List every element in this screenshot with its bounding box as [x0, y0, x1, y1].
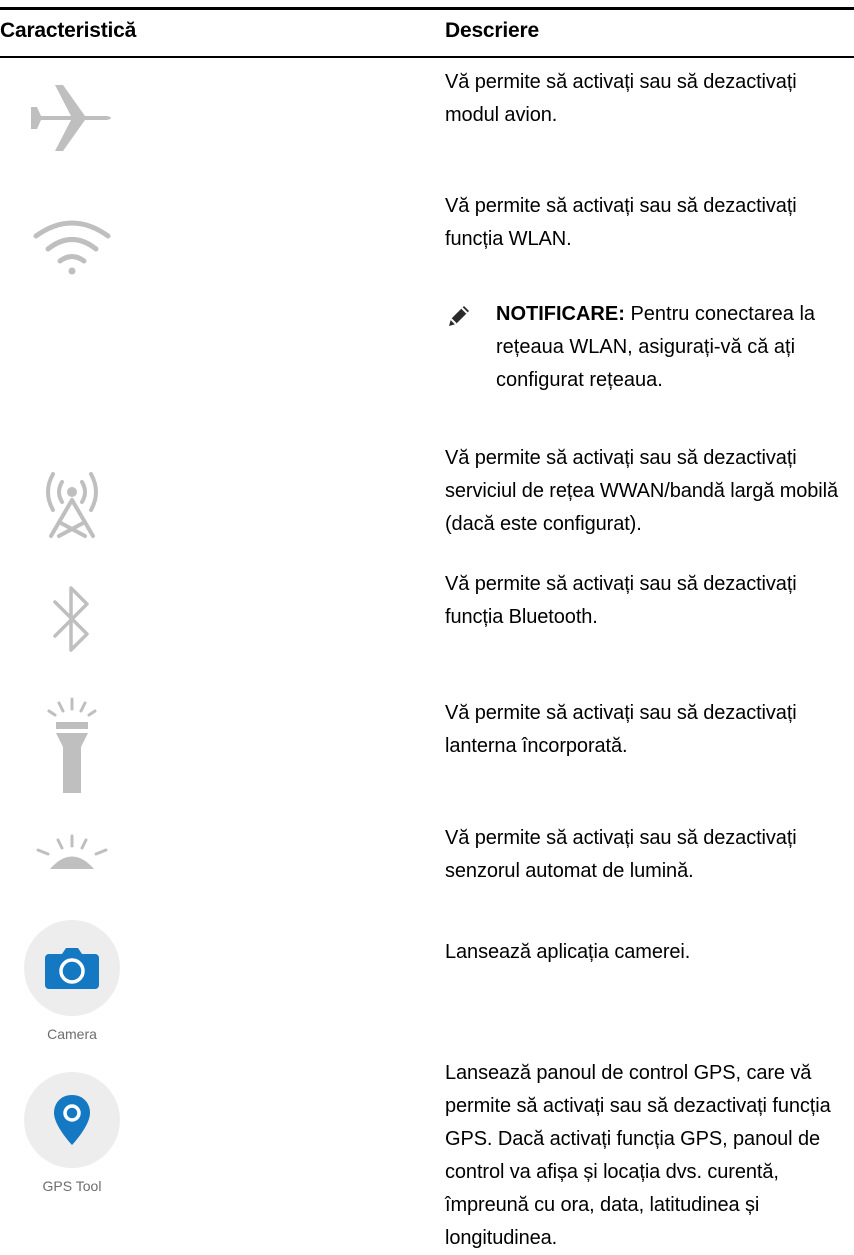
camera-app-tile: Camera	[22, 920, 122, 1042]
row-description: Vă permite să activați sau să dezactivaț…	[445, 447, 839, 535]
row-description: Vă permite să activați sau să dezactivaț…	[445, 573, 797, 628]
camera-caption: Camera	[47, 1026, 97, 1042]
note-text: NOTIFICARE: Pentru conectarea la rețeaua…	[496, 298, 854, 397]
row-description: Vă permite să activați sau să dezactivaț…	[445, 702, 797, 757]
cellular-antenna-icon	[22, 470, 122, 540]
bluetooth-icon	[22, 580, 122, 658]
table-header: Caracteristică Descriere	[0, 10, 854, 57]
row-description: Vă permite să activați sau să dezactivaț…	[445, 827, 797, 882]
gps-tile-background	[24, 1072, 120, 1168]
row-description: Lansează panoul de control GPS, care vă …	[445, 1062, 831, 1249]
row-description: Vă permite să activați sau să dezactivaț…	[445, 71, 797, 126]
location-pin-icon	[54, 1095, 90, 1145]
airplane-icon	[22, 83, 122, 153]
table-header-rule	[0, 56, 854, 58]
gps-tool-app-tile: GPS Tool	[22, 1072, 122, 1194]
gps-tool-caption: GPS Tool	[42, 1178, 102, 1194]
camera-tile-background	[24, 920, 120, 1016]
flashlight-icon	[22, 697, 122, 797]
camera-icon	[45, 948, 99, 989]
header-feature: Caracteristică	[0, 19, 137, 42]
ambient-light-sensor-icon	[22, 832, 122, 872]
row-description: Lansează aplicația camerei.	[445, 941, 691, 963]
note-label: NOTIFICARE:	[496, 303, 625, 325]
note-pencil-icon	[445, 302, 473, 330]
header-description: Descriere	[445, 19, 539, 42]
row-description: Vă permite să activați sau să dezactivaț…	[445, 195, 797, 250]
wifi-icon	[22, 220, 122, 275]
